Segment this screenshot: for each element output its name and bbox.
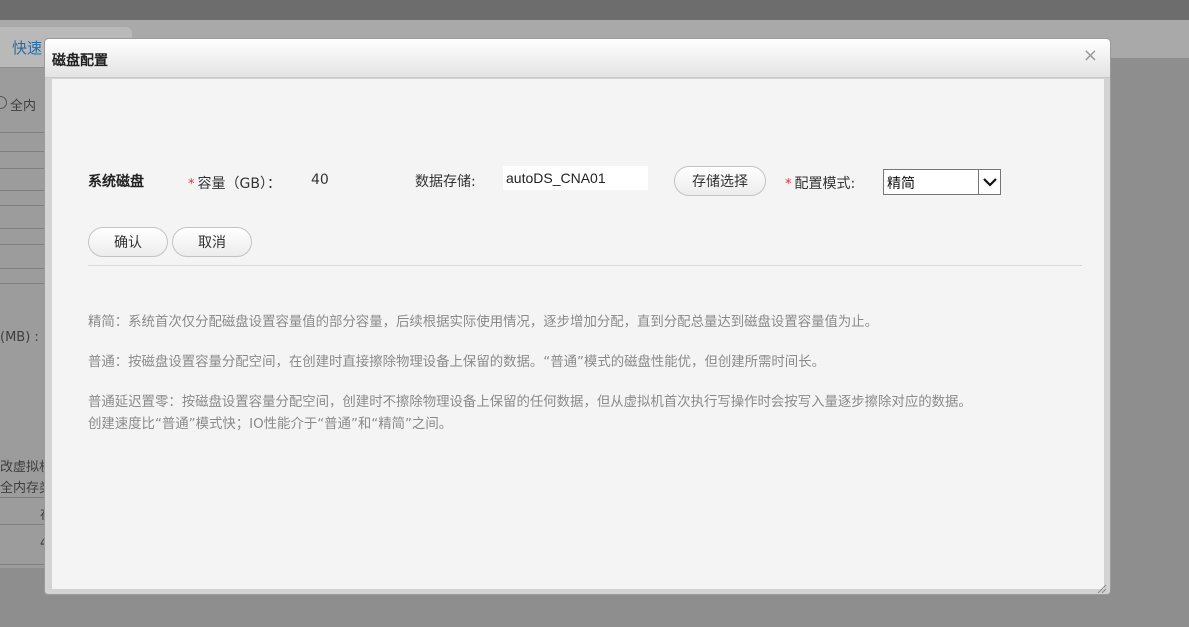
required-mark: * xyxy=(785,177,792,192)
background-divider xyxy=(0,190,46,191)
section-divider xyxy=(88,265,1082,266)
background-divider xyxy=(0,524,46,525)
background-divider xyxy=(0,168,46,169)
background-divider xyxy=(0,244,46,245)
close-icon[interactable]: × xyxy=(1083,47,1098,65)
resize-grip-icon[interactable] xyxy=(1095,579,1107,594)
background-mb-label: (MB) : xyxy=(0,330,39,345)
storage-select-button[interactable]: 存储选择 xyxy=(674,166,766,196)
datastore-label: 数据存储: xyxy=(415,174,476,190)
background-divider xyxy=(0,497,46,498)
system-disk-label: 系统磁盘 xyxy=(88,174,144,190)
capacity-field-label: * 容量（GB）： xyxy=(188,173,281,193)
capacity-label: 容量（GB）： xyxy=(197,176,281,192)
background-divider xyxy=(0,132,46,133)
background-divider xyxy=(0,283,46,284)
dialog-title: 磁盘配置 xyxy=(52,53,108,69)
config-mode-field-label: * 配置模式: xyxy=(785,173,855,193)
lazy-zero-line-2: 创建速度比“普通”模式快；IO性能介于“普通”和“精简”之间。 xyxy=(88,417,453,432)
dialog-body: 系统磁盘 *容量（GB）： 40 数据存储: 存储选择 *配置模式: 精简 确认… xyxy=(52,79,1104,589)
background-divider xyxy=(0,564,46,565)
background-radio-label: 全内 xyxy=(10,99,37,114)
top-bar xyxy=(0,0,1189,20)
thin-mode-description: 精简：系统首次仅分配磁盘设置容量值的部分容量，后续根据实际使用情况，逐步增加分配… xyxy=(88,315,879,330)
config-mode-label: 配置模式: xyxy=(794,176,856,192)
disk-config-dialog: 磁盘配置 × 系统磁盘 *容量（GB）： 40 数据存储: 存储选择 *配置模式… xyxy=(44,38,1111,595)
lazy-zero-mode-description: 普通延迟置零：按磁盘设置容量分配空间，创建时不擦除物理设备上保留的任何数据，但从… xyxy=(88,392,1088,436)
background-tab-label[interactable]: 快速 xyxy=(12,37,42,58)
background-divider xyxy=(0,205,46,206)
normal-mode-description: 普通：按磁盘设置容量分配空间，在创建时直接擦除物理设备上保留的数据。“普通”模式… xyxy=(88,355,825,370)
config-mode-select[interactable]: 精简 xyxy=(883,169,1001,195)
config-mode-selected-value: 精简 xyxy=(887,176,915,192)
background-divider xyxy=(0,151,46,152)
datastore-input[interactable] xyxy=(503,166,648,190)
background-divider xyxy=(0,268,46,269)
capacity-value: 40 xyxy=(311,172,329,188)
required-mark: * xyxy=(188,177,195,192)
dialog-header[interactable]: 磁盘配置 × xyxy=(45,39,1110,78)
confirm-button[interactable]: 确认 xyxy=(88,227,168,257)
chevron-down-icon[interactable] xyxy=(978,170,1000,194)
background-divider xyxy=(0,228,46,229)
lazy-zero-line-1: 普通延迟置零：按磁盘设置容量分配空间，创建时不擦除物理设备上保留的任何数据，但从… xyxy=(88,395,972,410)
cancel-button[interactable]: 取消 xyxy=(172,227,252,257)
